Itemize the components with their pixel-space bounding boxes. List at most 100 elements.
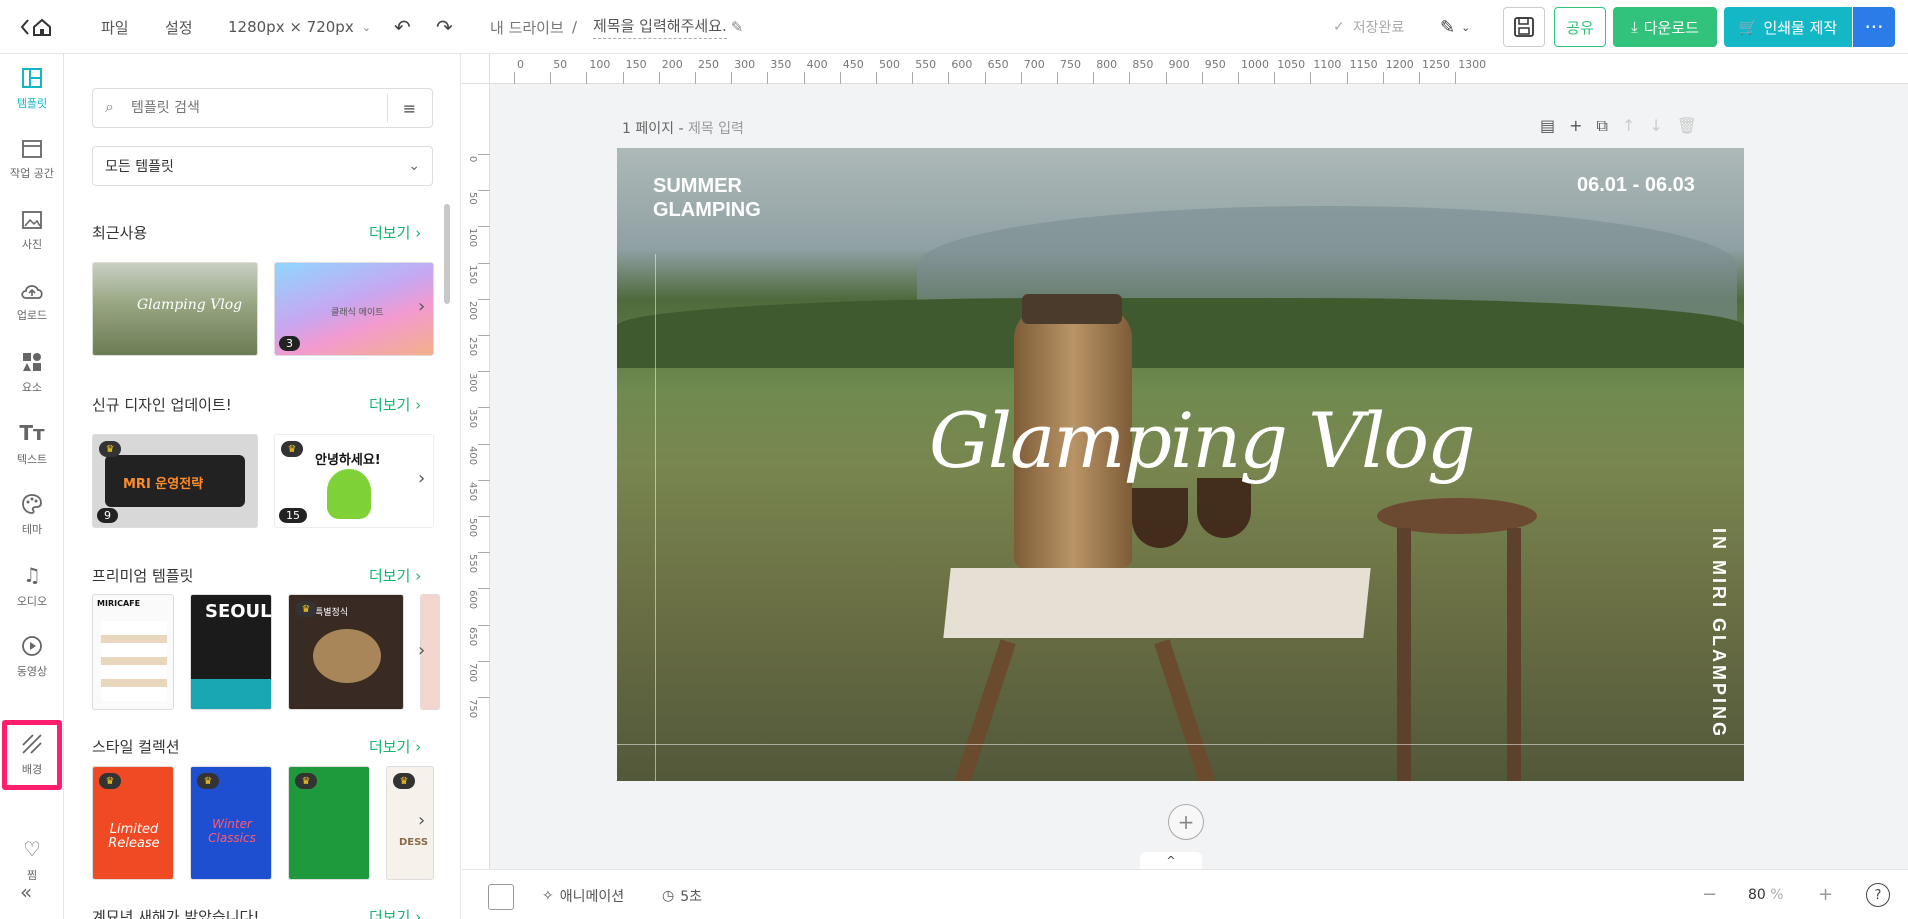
- zoom-out-button[interactable]: −: [1702, 884, 1717, 905]
- save-button[interactable]: [1503, 7, 1545, 47]
- ruler-tick: [1455, 72, 1457, 84]
- design-dates[interactable]: 06.01 - 06.03: [1577, 174, 1695, 197]
- zoom-level[interactable]: 80 %: [1748, 887, 1784, 903]
- duration-button[interactable]: ◷ 5초: [662, 886, 702, 906]
- rail-label: 사진: [21, 238, 43, 251]
- ruler-tick: [478, 660, 490, 662]
- rail-item-template[interactable]: 템플릿: [0, 54, 64, 124]
- template-thumb[interactable]: ♛: [288, 766, 370, 880]
- rail-item-background[interactable]: 배경: [2, 720, 62, 790]
- ruler-label: 450: [467, 481, 478, 501]
- rail-item-theme[interactable]: 테마: [0, 480, 64, 550]
- template-thumb[interactable]: DESS ♛: [386, 766, 434, 880]
- ruler-tick: [478, 516, 490, 517]
- redo-icon: ↷: [436, 15, 453, 39]
- ruler-label: 900: [1168, 58, 1190, 71]
- zoom-unit: %: [1770, 887, 1784, 903]
- collapse-rail-button[interactable]: «: [20, 880, 32, 904]
- rail-item-upload[interactable]: 업로드: [0, 267, 64, 337]
- more-link-new-year[interactable]: 더보기 ›: [369, 906, 421, 919]
- design-page[interactable]: SUMMER GLAMPING 06.01 - 06.03 Glamping V…: [617, 148, 1744, 781]
- template-search-input[interactable]: [131, 95, 371, 121]
- thumb-text: Glamping Vlog: [137, 297, 243, 313]
- canvas-size-dropdown[interactable]: 1280px × 720px ⌄: [228, 0, 371, 54]
- more-link-recent[interactable]: 더보기 ›: [369, 222, 421, 243]
- panel-scrollbar[interactable]: [444, 204, 450, 304]
- canvas-scrollbar[interactable]: [1900, 84, 1908, 869]
- rail-item-text[interactable]: Tт 텍스트: [0, 409, 64, 479]
- document-title-field[interactable]: 제목을 입력해주세요. ✎: [593, 0, 743, 54]
- ruler-label: 50: [467, 192, 478, 205]
- add-page-button[interactable]: +: [1168, 804, 1204, 840]
- template-thumb[interactable]: Winter Classics ♛: [190, 766, 272, 880]
- upload-icon: [21, 285, 43, 299]
- template-thumb[interactable]: 안녕하세요! ♛ 15: [274, 434, 434, 528]
- rail-item-video[interactable]: 동영상: [0, 622, 64, 692]
- carousel-next-icon[interactable]: ›: [418, 296, 425, 317]
- floppy-disk-icon: [1514, 17, 1534, 37]
- ruler-tick: [1165, 72, 1167, 84]
- ruler-tick: [478, 552, 490, 554]
- design-vertical-text[interactable]: IN MIRI GLAMPING: [1708, 528, 1729, 739]
- more-options-button[interactable]: ···: [1853, 7, 1895, 47]
- rail-item-photo[interactable]: 사진: [0, 196, 64, 266]
- page-title-input[interactable]: 제목 입력: [688, 121, 744, 137]
- template-category-select[interactable]: 모든 템플릿 ⌄: [92, 146, 433, 186]
- carousel-next-icon[interactable]: ›: [418, 468, 425, 489]
- carousel-next-icon[interactable]: ›: [418, 640, 425, 661]
- workspace-icon: [22, 140, 42, 158]
- help-button[interactable]: ?: [1866, 883, 1890, 907]
- design-heading[interactable]: SUMMER GLAMPING: [653, 174, 761, 222]
- template-thumb[interactable]: MIRICAFE: [92, 594, 174, 710]
- template-thumb[interactable]: 특별정식 ♛: [288, 594, 404, 710]
- more-link-new[interactable]: 더보기 ›: [369, 394, 421, 415]
- thumb-text: Winter Classics: [208, 817, 256, 845]
- rail-item-audio[interactable]: ♫ 오디오: [0, 551, 64, 621]
- template-thumb[interactable]: Limited Release ♛: [92, 766, 174, 880]
- print-order-label: 인쇄물 제작: [1763, 18, 1838, 37]
- print-order-button[interactable]: 🛒 인쇄물 제작: [1724, 7, 1852, 47]
- template-thumb[interactable]: MRI 운영전략 ♛ 9: [92, 434, 258, 528]
- template-thumb[interactable]: Glamping Vlog: [92, 262, 258, 356]
- ruler-tick: [622, 72, 624, 84]
- add-page-icon[interactable]: +: [1569, 116, 1582, 136]
- thumb-text: 특별정식: [315, 608, 349, 618]
- breadcrumb-drive[interactable]: 내 드라이브: [490, 0, 564, 54]
- share-button[interactable]: 공유: [1554, 7, 1606, 47]
- animation-button[interactable]: ✧ 애니메이션: [542, 886, 624, 906]
- move-up-icon[interactable]: ↑: [1622, 116, 1635, 136]
- carousel-next-icon[interactable]: ›: [418, 810, 425, 831]
- menu-settings[interactable]: 설정: [165, 0, 193, 54]
- menu-file[interactable]: 파일: [101, 0, 129, 54]
- more-link-style[interactable]: 더보기 ›: [369, 736, 421, 757]
- guide-line: [617, 744, 1744, 745]
- zoom-in-button[interactable]: +: [1818, 884, 1833, 905]
- rail-item-elements[interactable]: 요소: [0, 338, 64, 408]
- duplicate-page-icon[interactable]: ⧉: [1597, 116, 1608, 136]
- move-down-icon[interactable]: ↓: [1649, 116, 1662, 136]
- undo-button[interactable]: ↶: [394, 0, 411, 54]
- rail-item-workspace[interactable]: 작업 공간: [0, 125, 64, 195]
- template-thumb[interactable]: SEOUL: [190, 594, 272, 710]
- page-count-badge: 9: [97, 508, 118, 523]
- more-link-premium[interactable]: 더보기 ›: [369, 565, 421, 586]
- edit-mode-dropdown[interactable]: ✎ ⌄: [1440, 0, 1470, 54]
- more-label: 더보기: [369, 567, 411, 585]
- expand-timeline-button[interactable]: ^: [1140, 852, 1202, 869]
- filter-sliders-icon[interactable]: ≡: [387, 94, 431, 122]
- page-memo-icon[interactable]: ▤: [1540, 116, 1555, 136]
- back-home-button[interactable]: [20, 0, 54, 54]
- template-thumb[interactable]: 클래식 메이트 3: [274, 262, 434, 356]
- delete-page-icon[interactable]: 🗑: [1677, 116, 1697, 136]
- chevron-down-icon: ⌄: [408, 158, 420, 174]
- ruler-label: 1000: [1241, 58, 1269, 71]
- ruler-tick: [948, 72, 950, 84]
- ruler-tick: [478, 443, 490, 445]
- ruler-label: 1200: [1385, 58, 1414, 71]
- redo-button[interactable]: ↷: [436, 0, 453, 54]
- background-color-swatch[interactable]: [488, 884, 514, 910]
- download-button[interactable]: ⤓ 다운로드: [1613, 7, 1717, 47]
- ruler-label: 450: [842, 58, 864, 71]
- design-script-title[interactable]: Glamping Vlog: [929, 396, 1476, 485]
- ruler-label: 500: [879, 58, 900, 71]
